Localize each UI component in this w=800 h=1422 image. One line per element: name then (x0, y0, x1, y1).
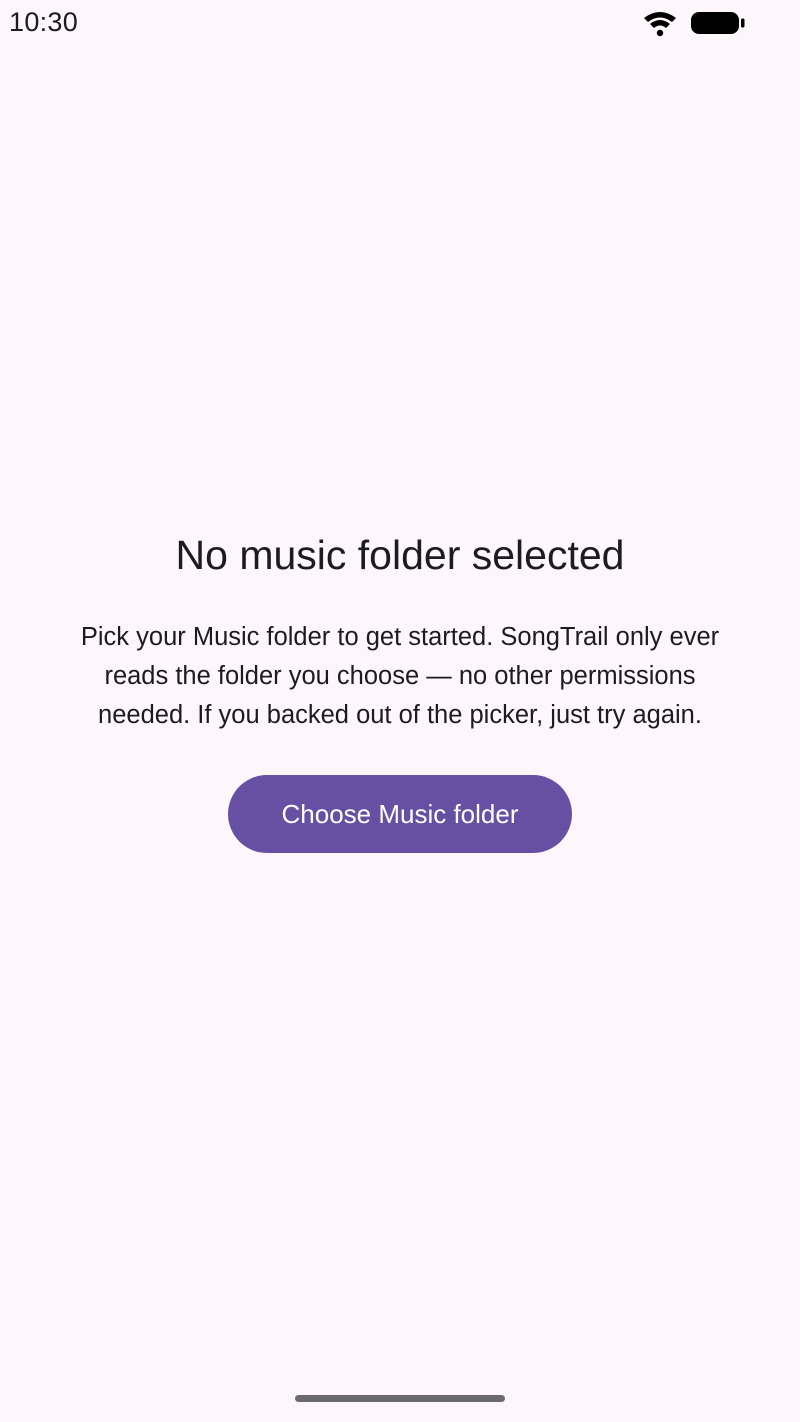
status-time: 10:30 (9, 7, 79, 37)
choose-music-folder-button[interactable]: Choose Music folder (228, 775, 572, 853)
empty-state-message: Pick your Music folder to get started. S… (80, 623, 720, 729)
status-icons (642, 8, 746, 38)
wifi-icon (644, 12, 676, 37)
status-bar: 10:30 (0, 0, 800, 48)
empty-state: No music folder selected Pick your Music… (60, 528, 740, 853)
empty-state-title: No music folder selected (175, 532, 625, 578)
gesture-navigation-bar[interactable] (295, 1395, 505, 1402)
battery-icon (691, 12, 745, 34)
